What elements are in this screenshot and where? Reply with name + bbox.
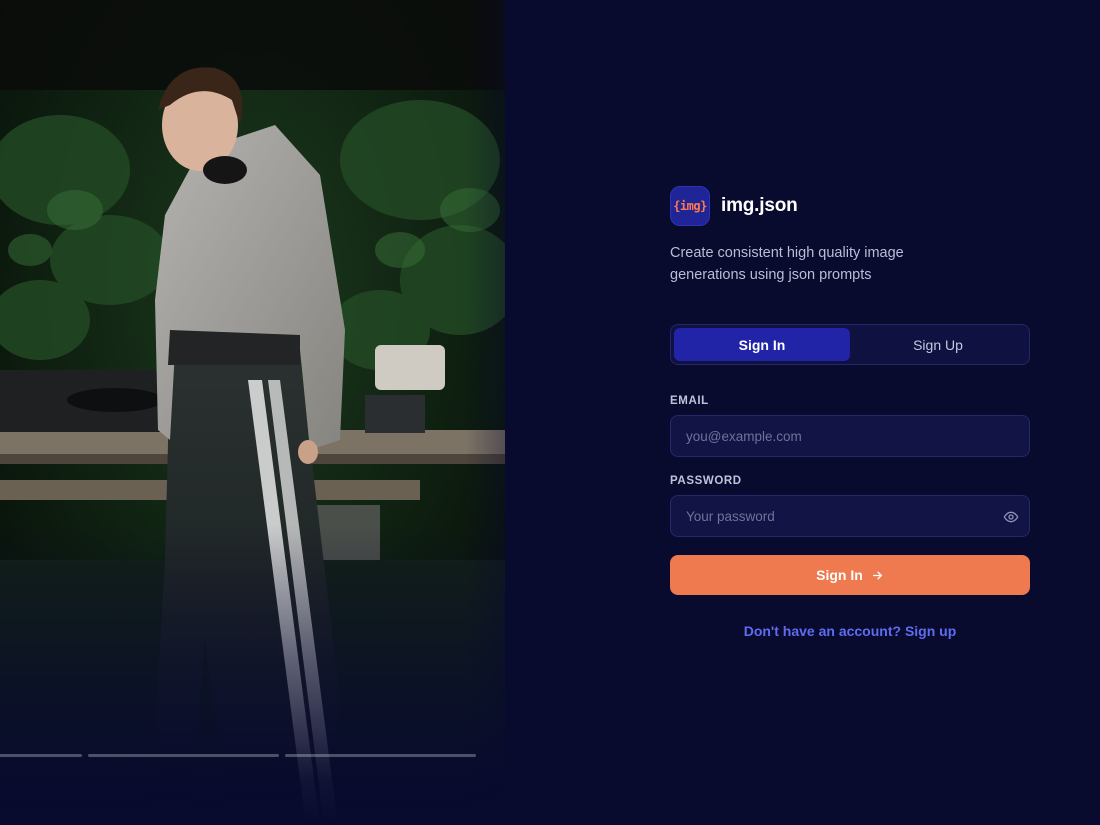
eye-icon[interactable]	[1003, 509, 1019, 525]
sign-in-button[interactable]: Sign In	[670, 555, 1030, 595]
logo-text: {img}	[673, 199, 707, 213]
tab-sign-in[interactable]: Sign In	[674, 328, 850, 361]
tab-sign-up[interactable]: Sign Up	[850, 328, 1026, 361]
brand: {img} img.json	[670, 186, 1030, 226]
arrow-right-icon	[872, 571, 882, 579]
password-label: PASSWORD	[670, 475, 742, 487]
app-logo-icon: {img}	[670, 186, 710, 226]
auth-panel: {img} img.json Create consistent high qu…	[670, 186, 1030, 639]
password-field[interactable]	[671, 496, 1029, 536]
email-field[interactable]	[671, 416, 1029, 456]
carousel-indicator-3[interactable]	[285, 754, 476, 757]
auth-tabs: Sign In Sign Up	[670, 324, 1030, 365]
carousel-indicator-2[interactable]	[88, 754, 279, 757]
app-name: img.json	[721, 195, 798, 216]
email-field-wrapper	[670, 415, 1030, 457]
app-tagline: Create consistent high quality image gen…	[670, 245, 904, 283]
password-field-wrapper	[670, 495, 1030, 537]
hero-bottom-fade	[0, 525, 505, 825]
sign-in-button-label: Sign In	[816, 567, 863, 583]
carousel-indicator-1[interactable]	[0, 754, 82, 757]
carousel-indicators	[0, 754, 476, 757]
email-label: EMAIL	[670, 395, 709, 407]
hero-image	[0, 0, 505, 825]
sign-up-link[interactable]: Don't have an account? Sign up	[670, 623, 1030, 639]
